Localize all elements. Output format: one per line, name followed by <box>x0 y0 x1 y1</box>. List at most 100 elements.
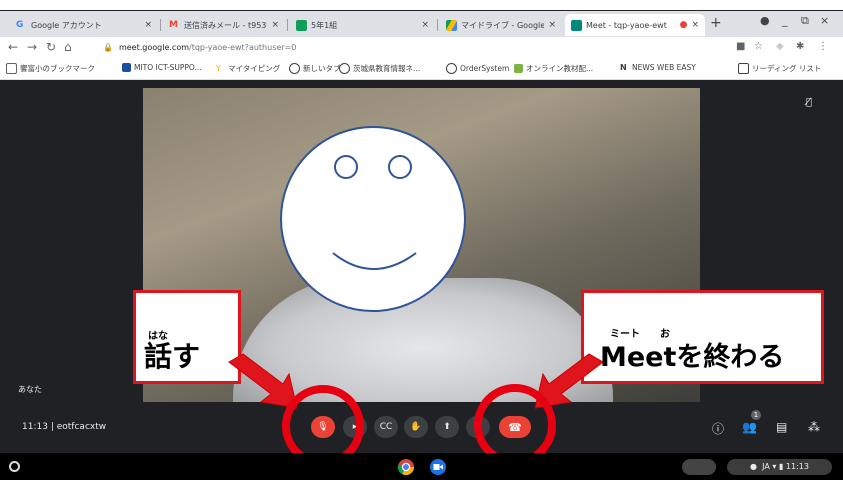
close-tab-icon[interactable]: × <box>144 20 152 30</box>
top-border <box>0 0 843 11</box>
talk-label: 話す <box>144 340 201 373</box>
bookmark-item[interactable]: 饗富小のブックマーク <box>6 63 95 74</box>
chrome-icon[interactable] <box>397 458 415 476</box>
folder-icon <box>6 63 17 74</box>
restore-icon[interactable]: ⧉ <box>801 14 809 28</box>
globe-icon <box>289 63 300 74</box>
meet-app-icon[interactable] <box>429 458 447 476</box>
reading-list-label: リーディング リスト <box>752 64 822 73</box>
present-button[interactable]: ⬆ <box>435 416 459 438</box>
bookmark-label: 饗富小のブックマーク <box>20 64 95 73</box>
home-icon[interactable]: ⌂ <box>64 40 72 54</box>
status-area[interactable]: ● JA ▾ ▮ 11:13 <box>727 459 832 475</box>
captions-button[interactable]: CC <box>374 416 398 438</box>
activities-icon: ⁂ <box>808 420 820 434</box>
typing-icon: Y <box>216 64 221 73</box>
meeting-code: eotfcacxtw <box>56 422 107 432</box>
close-tab-icon[interactable]: × <box>421 20 429 30</box>
hand-icon: ✋ <box>410 422 422 432</box>
meeting-separator: | <box>50 422 54 432</box>
chat-button[interactable]: ▤ <box>776 420 787 434</box>
tab-classroom[interactable]: 5年1組 × <box>290 14 435 36</box>
tab-google-account[interactable]: G Google アカウント × <box>10 14 158 36</box>
tab-label: Google アカウント <box>31 20 102 30</box>
participant-count-badge: 1 <box>751 410 761 420</box>
new-tab-button[interactable]: + <box>710 15 722 31</box>
reading-list-button[interactable]: リーディング リスト <box>738 63 821 74</box>
gmail-icon: M <box>169 19 178 30</box>
bookmark-label: NEWS WEB EASY <box>632 63 696 72</box>
address-bar[interactable]: 🔒 meet.google.com/tqp-yaoe-ewt?authuser=0 <box>103 40 693 56</box>
bookmark-star-icon[interactable]: ☆ <box>754 41 763 52</box>
tab-meet[interactable]: Meet - tqp-yaoe-ewt ● × <box>565 14 705 36</box>
extension-icon[interactable]: ◆ <box>776 41 784 52</box>
tab-drive[interactable]: マイドライブ - Google ドラ × <box>440 14 562 36</box>
back-icon[interactable]: ← <box>8 40 18 54</box>
people-icon: 👥 <box>742 420 757 434</box>
captions-icon: CC <box>379 422 393 432</box>
tab-divider <box>287 19 288 31</box>
info-icon: ⓘ <box>712 422 725 436</box>
bookmarks-bar: 饗富小のブックマーク MITO ICT-SUPPO... Y マイタイピング 新し… <box>0 59 843 80</box>
close-tab-icon[interactable]: × <box>691 20 699 30</box>
people-button[interactable]: 👥 <box>742 420 757 434</box>
bookmark-item[interactable]: MITO ICT-SUPPO... <box>122 63 202 72</box>
bookmark-label: 茨城県教育情報ネ... <box>353 64 421 73</box>
bookmark-item[interactable]: 茨城県教育情報ネ... <box>339 63 420 74</box>
activities-button[interactable]: ⁂ <box>808 420 820 434</box>
self-name-label: あなた <box>18 385 42 394</box>
raise-hand-button[interactable]: ✋ <box>404 416 428 438</box>
tab-label: 送信済みメール - t953992@ <box>184 20 267 30</box>
meeting-info-button[interactable]: ⓘ <box>712 420 724 437</box>
bookmark-item[interactable]: オンライン教材配... <box>514 63 593 74</box>
tab-divider <box>160 19 161 31</box>
bookmark-label: 新しいタブ <box>303 64 341 73</box>
tab-label: 5年1組 <box>311 20 338 30</box>
drive-icon <box>446 19 457 31</box>
end-meet-callout: ミート お Meetを終わる <box>581 290 824 384</box>
url-host: meet.google.com <box>118 43 190 52</box>
address-bar-row: ← → ↻ ⌂ 🔒 meet.google.com/tqp-yaoe-ewt?au… <box>0 37 843 59</box>
bookmark-item[interactable]: 新しいタブ <box>289 63 341 74</box>
tray-thumbnail-icon[interactable] <box>682 459 716 475</box>
smiley-face-overlay <box>280 126 466 312</box>
profile-icon[interactable]: ● <box>760 14 770 27</box>
tab-divider <box>437 19 438 31</box>
tab-label: Meet - tqp-yaoe-ewt <box>586 20 667 30</box>
meet-icon <box>571 19 582 31</box>
record-icon: ● <box>750 462 758 471</box>
camera-in-use-icon[interactable]: ■ <box>736 41 745 52</box>
wifi-icon: ▾ <box>772 462 777 471</box>
tab-gmail[interactable]: M 送信済みメール - t953992@ × <box>163 14 285 36</box>
ict-support-icon <box>122 63 131 72</box>
end-label: Meetを終わる <box>600 342 785 373</box>
bookmark-label: マイタイピング <box>228 64 281 73</box>
close-tab-icon[interactable]: × <box>548 20 556 30</box>
ime-indicator: JA <box>762 462 770 471</box>
meeting-details: 11:13 | eotfcacxtw <box>22 422 106 432</box>
url-path: /tqp-yaoe-ewt?authuser=0 <box>189 43 297 52</box>
news-icon: N <box>620 63 627 72</box>
bookmark-item[interactable]: OrderSystem <box>446 63 509 74</box>
bookmark-label: オンライン教材配... <box>526 64 594 73</box>
menu-icon[interactable]: ⋮ <box>818 41 828 52</box>
battery-icon: ▮ <box>778 462 784 471</box>
globe-icon <box>446 63 457 74</box>
minimize-icon[interactable]: _ <box>782 14 788 27</box>
launcher-icon[interactable] <box>9 461 20 472</box>
reading-list-icon <box>738 63 749 74</box>
tab-label: マイドライブ - Google ドラ <box>461 20 545 30</box>
bookmark-item[interactable]: Y マイタイピング <box>216 63 280 74</box>
course-icon <box>514 64 523 73</box>
globe-icon <box>339 63 350 74</box>
classroom-icon <box>296 19 307 31</box>
chat-icon: ▤ <box>776 420 788 434</box>
bookmark-item[interactable]: N NEWS WEB EASY <box>620 63 696 72</box>
present-icon: ⬆ <box>443 422 451 432</box>
reload-icon[interactable]: ↻ <box>46 40 56 54</box>
close-tab-icon[interactable]: × <box>271 20 279 30</box>
close-window-icon[interactable]: × <box>820 14 829 27</box>
puzzle-icon[interactable]: ✱ <box>796 41 804 52</box>
clock: 11:13 <box>785 462 809 471</box>
forward-icon[interactable]: → <box>27 40 37 54</box>
